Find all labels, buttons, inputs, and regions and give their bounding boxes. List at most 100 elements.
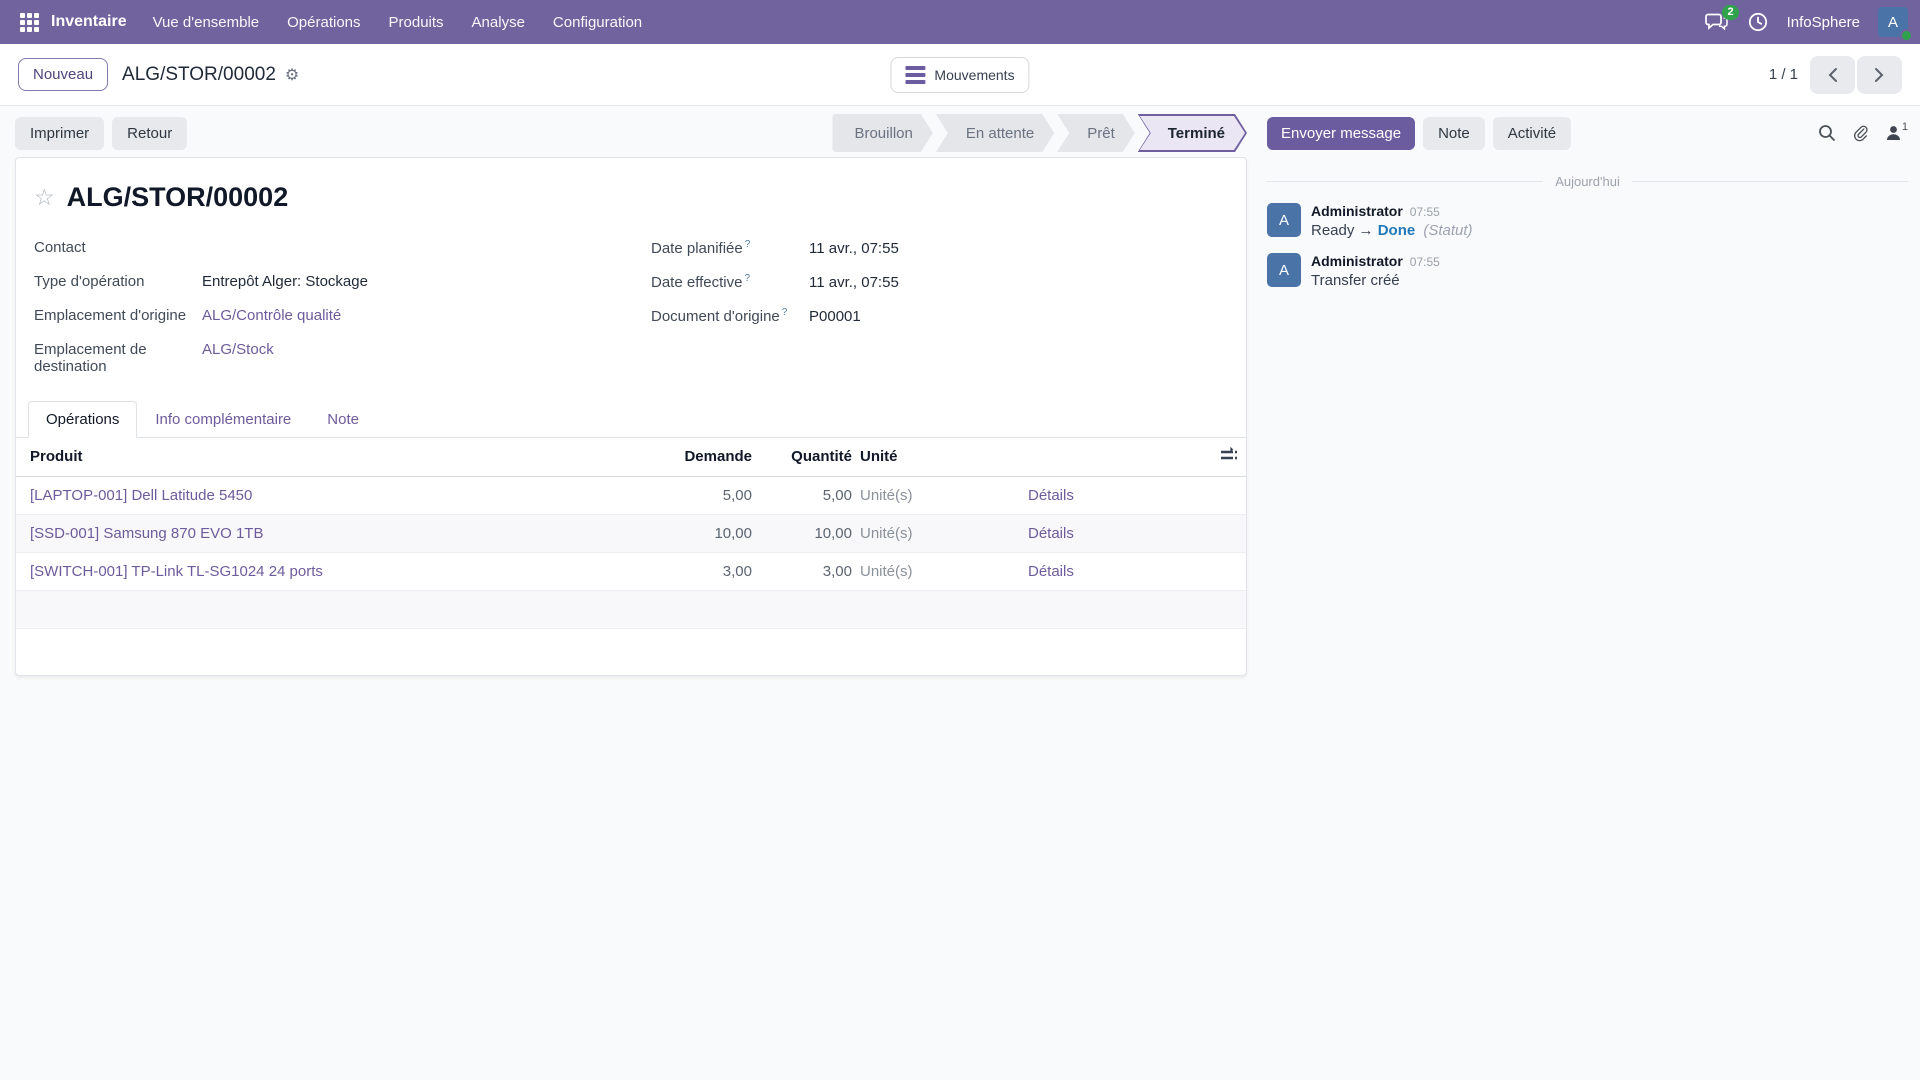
qty-cell[interactable]: 10,00	[756, 514, 856, 553]
message-avatar: A	[1267, 203, 1301, 237]
notebook-tabs: Opérations Info complémentaire Note	[16, 401, 1246, 438]
app-name-menu[interactable]: Inventaire	[49, 13, 139, 31]
online-presence-dot	[1900, 29, 1913, 42]
date-divider: Aujourd'hui	[1267, 174, 1908, 189]
apps-grid-icon[interactable]	[20, 12, 39, 32]
message-body: Transfer créé	[1311, 272, 1400, 289]
attachments-icon[interactable]	[1852, 124, 1870, 143]
tab-operations[interactable]: Opérations	[28, 401, 138, 438]
message-time: 07:55	[1409, 255, 1440, 269]
field-operation-type: Type d'opération Entrepôt Alger: Stockag…	[34, 273, 611, 307]
actions-gear-icon[interactable]: ⚙	[285, 65, 299, 85]
tab-additional-info[interactable]: Info complémentaire	[137, 401, 309, 438]
help-icon: ?	[744, 239, 751, 250]
company-switcher[interactable]: InfoSphere	[1787, 14, 1860, 31]
help-icon: ?	[744, 273, 751, 284]
field-source-document-value[interactable]: P00001	[809, 308, 1228, 325]
chatter: Envoyer message Note Activité 1 Aujourd'…	[1267, 106, 1908, 289]
status-step-done[interactable]: Terminé	[1138, 114, 1247, 152]
qty-cell[interactable]: 5,00	[756, 476, 856, 515]
column-header-unit: Unité	[856, 438, 1016, 477]
chatter-message: A Administrator 07:55 Ready → Done (Stat…	[1267, 203, 1908, 239]
field-contact: Contact	[34, 239, 611, 273]
activity-button[interactable]: Activité	[1492, 116, 1572, 150]
demand-cell[interactable]: 3,00	[586, 552, 756, 591]
nav-item-operations[interactable]: Opérations	[273, 2, 374, 43]
details-link[interactable]: Détails	[1016, 476, 1216, 515]
breadcrumb-record-title: ALG/STOR/00002	[122, 63, 276, 85]
activity-clock-icon[interactable]	[1747, 11, 1769, 33]
movements-label: Mouvements	[934, 66, 1015, 83]
details-link[interactable]: Détails	[1016, 514, 1216, 553]
movements-smart-button[interactable]: Mouvements	[890, 56, 1030, 93]
message-author: Administrator	[1311, 203, 1403, 219]
followers-count: 1	[1901, 121, 1908, 133]
message-time: 07:55	[1409, 205, 1440, 219]
product-link[interactable]: [SSD-001] Samsung 870 EVO 1TB	[16, 514, 586, 553]
status-steps: Brouillon En attente Prêt Terminé	[829, 114, 1247, 152]
tracking-field-name: (Statut)	[1423, 222, 1473, 239]
tracking-old-value: Ready	[1311, 222, 1355, 239]
card-footer	[16, 629, 1246, 675]
operations-table: Produit Demande Quantité Unité [LAPTOP-0…	[16, 438, 1246, 629]
movements-list-icon	[905, 65, 926, 84]
record-form-card: ☆ ALG/STOR/00002 Contact Type d'opératio…	[15, 157, 1247, 676]
send-message-button[interactable]: Envoyer message	[1267, 116, 1416, 150]
unit-cell: Unité(s)	[856, 552, 1016, 591]
tracking-arrow: →	[1358, 222, 1374, 239]
nav-item-configuration[interactable]: Configuration	[539, 2, 656, 43]
field-source-document-label: Document d'origine?	[651, 307, 788, 325]
status-step-draft[interactable]: Brouillon	[832, 114, 932, 152]
table-row: [LAPTOP-001] Dell Latitude 5450 5,00 5,0…	[16, 476, 1246, 515]
chatter-topbar: Envoyer message Note Activité 1	[1267, 114, 1908, 152]
user-avatar[interactable]: A	[1878, 7, 1913, 42]
field-source-location-value[interactable]: ALG/Contrôle qualité	[202, 307, 611, 324]
qty-cell[interactable]: 3,00	[756, 552, 856, 591]
new-button[interactable]: Nouveau	[18, 58, 109, 91]
message-avatar: A	[1267, 253, 1301, 287]
messages-icon[interactable]: 2	[1704, 5, 1739, 32]
table-row: [SSD-001] Samsung 870 EVO 1TB 10,00 10,0…	[16, 514, 1246, 553]
user-avatar-initial: A	[1887, 13, 1898, 31]
product-link[interactable]: [SWITCH-001] TP-Link TL-SG1024 24 ports	[16, 552, 586, 591]
record-title: ALG/STOR/00002	[66, 182, 289, 212]
followers-icon[interactable]: 1	[1886, 121, 1908, 141]
pager-next-button[interactable]	[1857, 55, 1902, 94]
field-grid: Contact Type d'opération Entrepôt Alger:…	[16, 213, 1246, 375]
field-effective-date-value[interactable]: 11 avr., 07:55	[809, 274, 1228, 291]
field-source-location: Emplacement d'origine ALG/Contrôle quali…	[34, 307, 611, 341]
status-step-ready[interactable]: Prêt	[1057, 114, 1135, 152]
field-operation-type-label: Type d'opération	[34, 273, 145, 290]
return-button[interactable]: Retour	[112, 116, 188, 150]
table-header-row: Produit Demande Quantité Unité	[16, 438, 1246, 477]
tab-note[interactable]: Note	[309, 401, 377, 438]
unit-cell: Unité(s)	[856, 514, 1016, 553]
product-link[interactable]: [LAPTOP-001] Dell Latitude 5450	[16, 476, 586, 515]
field-source-location-label: Emplacement d'origine	[34, 307, 187, 324]
favorite-star-icon[interactable]: ☆	[34, 186, 55, 209]
log-note-button[interactable]: Note	[1423, 116, 1485, 150]
field-scheduled-date-value[interactable]: 11 avr., 07:55	[809, 240, 1228, 257]
form-statusbar: Imprimer Retour Brouillon En attente Prê…	[15, 114, 1247, 152]
field-scheduled-date-label: Date planifiée?	[651, 239, 751, 257]
status-step-waiting[interactable]: En attente	[936, 114, 1054, 152]
table-empty-row	[16, 590, 1246, 629]
pager-previous-button[interactable]	[1810, 55, 1855, 94]
tracking-new-value: Done	[1377, 222, 1416, 239]
nav-item-analysis[interactable]: Analyse	[458, 2, 539, 43]
nav-item-products[interactable]: Produits	[375, 2, 458, 43]
field-effective-date: Date effective? 11 avr., 07:55	[651, 273, 1228, 307]
pager-count: 1 / 1	[1768, 66, 1798, 83]
details-link[interactable]: Détails	[1016, 552, 1216, 591]
top-navbar: Inventaire Vue d'ensemble Opérations Pro…	[0, 0, 1920, 44]
optional-columns-icon[interactable]	[1220, 446, 1238, 463]
message-author: Administrator	[1311, 253, 1403, 269]
print-button[interactable]: Imprimer	[15, 116, 105, 150]
field-destination-location-value[interactable]: ALG/Stock	[202, 341, 611, 358]
demand-cell[interactable]: 10,00	[586, 514, 756, 553]
search-messages-icon[interactable]	[1818, 124, 1836, 142]
column-header-demand: Demande	[586, 438, 756, 477]
demand-cell[interactable]: 5,00	[586, 476, 756, 515]
nav-item-overview[interactable]: Vue d'ensemble	[139, 2, 274, 43]
field-operation-type-value[interactable]: Entrepôt Alger: Stockage	[202, 273, 611, 290]
